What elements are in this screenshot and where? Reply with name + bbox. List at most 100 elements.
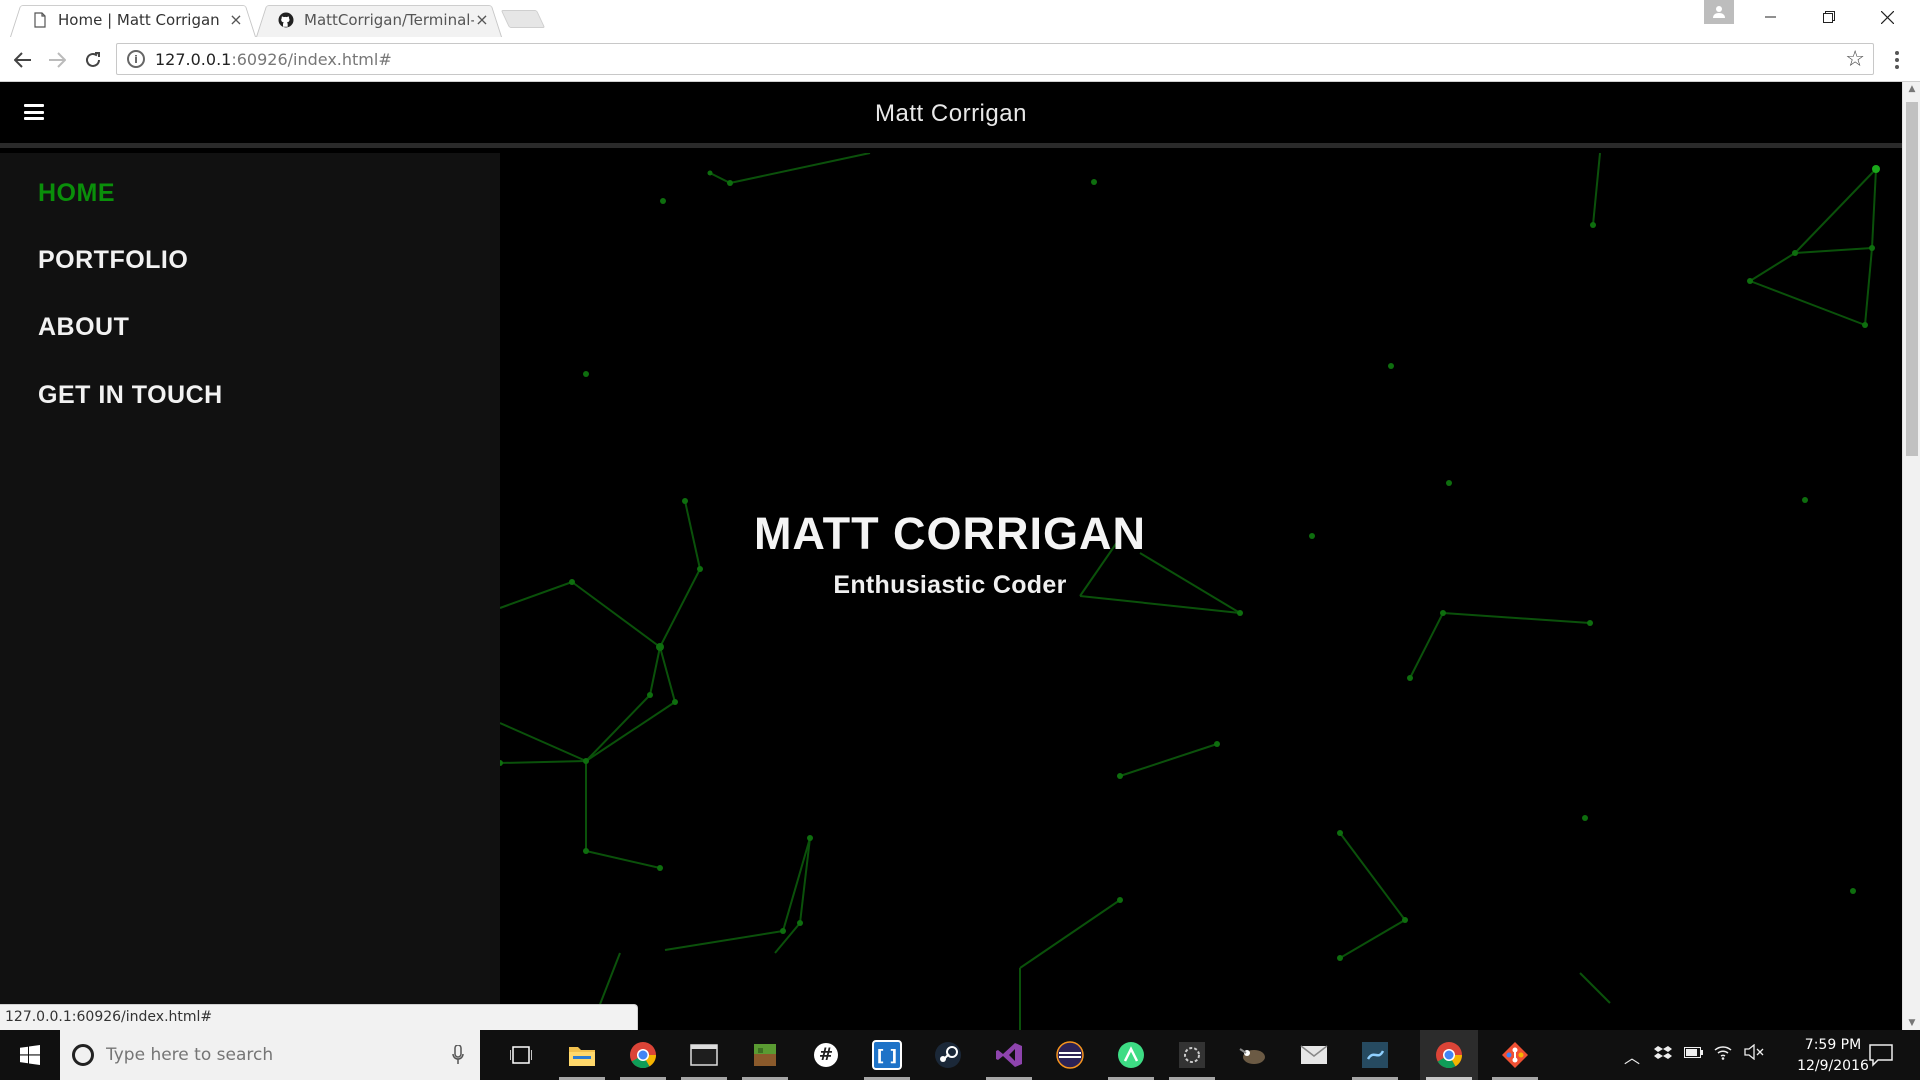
windows-taskbar: # [ ] ︿ 7:59 PM 12/9/2016: [0, 1030, 1920, 1080]
nav-get-in-touch-link[interactable]: GET IN TOUCH: [38, 381, 223, 410]
steam-icon: [935, 1042, 961, 1068]
taskbar-minecraft[interactable]: [736, 1030, 794, 1080]
status-url-bubble: 127.0.0.1:60926/index.html#: [0, 1004, 638, 1030]
tab-close-icon[interactable]: ×: [228, 10, 244, 29]
windows-logo-icon: [20, 1045, 40, 1065]
tab-content: MattCorrigan/Terminal-T ×: [256, 2, 502, 37]
mail-icon: [1300, 1045, 1328, 1064]
tab-github[interactable]: MattCorrigan/Terminal-T ×: [256, 2, 502, 38]
close-window-button[interactable]: [1858, 0, 1916, 34]
tab-home[interactable]: Home | Matt Corrigan ×: [10, 2, 256, 38]
back-button[interactable]: [8, 45, 38, 75]
side-navigation: HOME PORTFOLIO ABOUT GET IN TOUCH: [0, 153, 500, 1030]
arrow-right-icon: [49, 52, 66, 68]
taskbar-git[interactable]: [1486, 1030, 1544, 1080]
info-icon[interactable]: i: [127, 50, 145, 68]
taskbar-gimp[interactable]: [1224, 1030, 1282, 1080]
restore-icon: [1823, 11, 1835, 23]
close-icon: [1880, 10, 1894, 24]
github-icon: [278, 12, 294, 27]
site-header: Matt Corrigan: [0, 82, 1902, 148]
reload-icon: [86, 52, 100, 67]
page-scrollbar[interactable]: ▲ ▼: [1902, 82, 1920, 1030]
new-tab-button[interactable]: [500, 10, 546, 28]
brackets-icon: [ ]: [872, 1040, 902, 1070]
scrollbar-thumb[interactable]: [1906, 102, 1918, 456]
taskbar-file-explorer[interactable]: [553, 1030, 611, 1080]
chrome-icon: [630, 1042, 657, 1069]
clock-time[interactable]: 7:59 PM: [1788, 1037, 1878, 1053]
browser-toolbar: i 127.0.0.1:60926/index.html# ☆: [0, 37, 1920, 82]
site-title: Matt Corrigan: [875, 100, 1027, 127]
reload-button[interactable]: [78, 45, 108, 75]
url-path: :60926/index.html#: [231, 49, 392, 69]
git-icon: [1502, 1042, 1528, 1068]
gimp-icon: [1239, 1048, 1265, 1064]
tab-content: Home | Matt Corrigan ×: [10, 2, 256, 37]
taskbar-steam[interactable]: [919, 1030, 977, 1080]
terminal-icon: [690, 1044, 718, 1066]
slack-icon: #: [814, 1043, 838, 1067]
visual-studio-icon: [996, 1043, 1022, 1067]
task-view-button[interactable]: [492, 1030, 550, 1080]
hero-subtitle: Enthusiastic Coder: [833, 571, 1067, 599]
browser-menu-button[interactable]: [1886, 45, 1908, 75]
arrow-left-icon: [14, 52, 31, 68]
nav-home-link[interactable]: HOME: [38, 179, 115, 208]
bookmark-star-icon[interactable]: ☆: [1845, 47, 1865, 72]
taskbar-chrome-active[interactable]: [1420, 1030, 1478, 1080]
taskbar-sublime-text[interactable]: [1346, 1030, 1404, 1080]
nav-portfolio-link[interactable]: PORTFOLIO: [38, 246, 188, 275]
taskbar-slack[interactable]: #: [797, 1030, 855, 1080]
profile-button[interactable]: [1704, 0, 1734, 24]
sublime-text-icon: [1362, 1042, 1388, 1068]
hero-section: MATT CORRIGAN Enthusiastic Coder: [500, 153, 1902, 1030]
clock-date[interactable]: 12/9/2016: [1788, 1058, 1878, 1074]
menu-dot: [1895, 51, 1899, 55]
minimize-button[interactable]: [1742, 0, 1800, 34]
taskbar-search-input[interactable]: [106, 1045, 452, 1065]
url-host: 127.0.0.1: [155, 49, 232, 69]
taskbar-terminal[interactable]: [675, 1030, 733, 1080]
microphone-icon[interactable]: [452, 1045, 464, 1065]
hero-title: MATT CORRIGAN: [753, 508, 1147, 559]
wifi-icon[interactable]: [1714, 1044, 1732, 1060]
chevron-up-icon[interactable]: ︿: [1624, 1044, 1640, 1068]
menu-dot: [1895, 58, 1899, 62]
browser-tabstrip: Home | Matt Corrigan × MattCorrigan/Term…: [0, 0, 1920, 38]
restore-button[interactable]: [1800, 0, 1858, 34]
dropbox-icon[interactable]: [1654, 1044, 1672, 1062]
url-field[interactable]: 127.0.0.1:60926/index.html#: [155, 50, 1873, 69]
menu-dot: [1895, 65, 1899, 69]
tab-title: Home | Matt Corrigan: [58, 10, 220, 29]
folder-icon: [569, 1047, 595, 1066]
taskbar-android-studio[interactable]: [1102, 1030, 1160, 1080]
android-studio-icon: [1118, 1042, 1144, 1068]
page-viewport: Matt Corrigan HOME PORTFOLIO ABOUT GET I…: [0, 82, 1902, 1030]
volume-muted-icon[interactable]: [1744, 1044, 1764, 1060]
action-center-icon[interactable]: [1868, 1042, 1894, 1068]
taskbar-chrome[interactable]: [614, 1030, 672, 1080]
taskbar-eclipse[interactable]: [1041, 1030, 1099, 1080]
forward-button[interactable]: [42, 45, 72, 75]
tab-title: MattCorrigan/Terminal-T: [304, 10, 474, 29]
scroll-up-arrow-icon[interactable]: ▲: [1903, 84, 1920, 94]
minimize-icon: [1765, 16, 1776, 18]
unity-icon: [1179, 1042, 1205, 1068]
nav-about-link[interactable]: ABOUT: [38, 313, 129, 342]
address-bar[interactable]: i 127.0.0.1:60926/index.html# ☆: [116, 43, 1874, 75]
chrome-icon: [1436, 1042, 1463, 1069]
task-view-icon: [510, 1046, 532, 1064]
battery-icon[interactable]: [1684, 1047, 1704, 1059]
taskbar-visual-studio[interactable]: [980, 1030, 1038, 1080]
scroll-down-arrow-icon[interactable]: ▼: [1903, 1018, 1920, 1028]
taskbar-mail[interactable]: [1285, 1030, 1343, 1080]
tab-close-icon[interactable]: ×: [474, 10, 490, 29]
cortana-icon: [72, 1044, 94, 1066]
taskbar-brackets[interactable]: [ ]: [858, 1030, 916, 1080]
start-button[interactable]: [0, 1030, 60, 1080]
taskbar-unity[interactable]: [1163, 1030, 1221, 1080]
taskbar-search-box[interactable]: [60, 1030, 480, 1080]
minecraft-icon: [754, 1044, 776, 1066]
person-icon: [1713, 6, 1725, 18]
